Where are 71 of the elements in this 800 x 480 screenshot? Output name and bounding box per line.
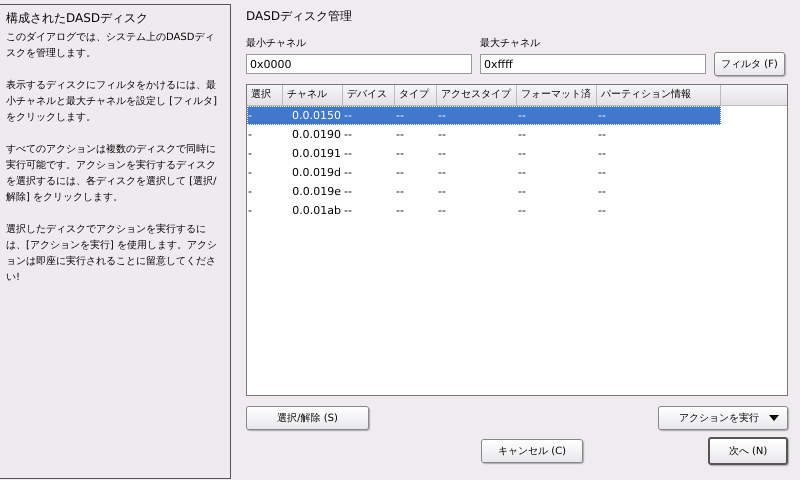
column-header[interactable]: フォーマット済 — [517, 85, 597, 105]
table-cell: -- — [396, 128, 404, 141]
table-cell: -- — [344, 204, 352, 217]
input-field[interactable]: 0xffff — [480, 54, 706, 74]
filter-button[interactable]: フィルタ (F) — [714, 52, 785, 76]
table-cell: -- — [438, 147, 446, 160]
table-cell: -- — [438, 128, 446, 141]
table-cell: - — [248, 185, 252, 198]
table-cell: - — [248, 147, 252, 160]
table-cell: -- — [598, 109, 606, 122]
table-cell: -- — [344, 166, 352, 179]
table-cell: - — [248, 128, 252, 141]
column-header[interactable]: 選択 — [247, 85, 283, 105]
help-text: すべてのアクションは複数のディスクで同時に実行可能です。アクションを実行するディスクを選択するには、各ディスクを選択して [選択/解除] をクリックします。 — [6, 142, 218, 205]
column-header[interactable]: チャネル — [283, 85, 343, 105]
table-cell: -- — [396, 147, 404, 160]
table-cell: -- — [598, 166, 606, 179]
table-cell: -- — [598, 128, 606, 141]
table-row[interactable]: - 0.0.019d -- -- -- -- -- — [247, 163, 721, 182]
table-cell: -- — [344, 109, 352, 122]
help-text: このダイアログでは、システム上のDASDディスクを管理します。 — [6, 30, 216, 61]
column-header[interactable]: デバイス — [343, 85, 395, 105]
table-cell: - — [248, 166, 252, 179]
cancel-button[interactable]: キャンセル (C) — [481, 439, 583, 463]
table-cell: -- — [344, 128, 352, 141]
dialog-title: DASDディスク管理 — [246, 8, 354, 25]
table-row[interactable]: - 0.0.019e -- -- -- -- -- — [247, 182, 721, 201]
table-cell: -- — [438, 109, 446, 122]
table-cell: 0.0.0190 — [292, 128, 341, 141]
table-cell: 0.0.019d — [292, 166, 341, 179]
table-cell: -- — [396, 166, 404, 179]
table-cell: -- — [598, 204, 606, 217]
table-cell: -- — [518, 128, 526, 141]
next-button[interactable]: 次へ (N) — [708, 437, 788, 465]
table-cell: 0.0.01ab — [292, 204, 341, 217]
table-row[interactable]: - 0.0.0190 -- -- -- -- -- — [247, 125, 721, 144]
field-label: 最小チャネル — [246, 36, 307, 50]
table-cell: 0.0.0191 — [292, 147, 341, 160]
table-cell: -- — [396, 185, 404, 198]
table-cell: -- — [438, 166, 446, 179]
table-cell: -- — [344, 185, 352, 198]
column-header[interactable]: パーティション情報 — [597, 85, 721, 105]
column-header[interactable]: アクセスタイプ — [437, 85, 517, 105]
table-cell: -- — [518, 109, 526, 122]
table-cell: -- — [438, 185, 446, 198]
table-cell: -- — [396, 204, 404, 217]
table-cell: 0.0.0150 — [292, 109, 341, 122]
caret-icon — [769, 415, 779, 421]
table-row[interactable]: - 0.0.01ab -- -- -- -- -- — [247, 201, 721, 220]
help-title: 構成されたDASDディスク — [6, 10, 150, 27]
table-cell: -- — [438, 204, 446, 217]
table-cell: -- — [344, 147, 352, 160]
table-cell: -- — [518, 147, 526, 160]
input-field[interactable]: 0x0000 — [246, 54, 472, 74]
table-cell: - — [248, 204, 252, 217]
table-cell: -- — [598, 185, 606, 198]
table-cell: 0.0.019e — [292, 185, 341, 198]
field-label: 最大チャネル — [480, 36, 541, 50]
table-cell: -- — [518, 204, 526, 217]
table-cell: -- — [518, 166, 526, 179]
help-text: 選択したディスクでアクションを実行するには、[アクションを実行] を使用します。アクションは即座に実行されることに留意してください! — [6, 222, 218, 285]
column-header[interactable]: タイプ — [395, 85, 437, 105]
table-cell: -- — [396, 109, 404, 122]
table-row[interactable]: - 0.0.0150 -- -- -- -- -- — [247, 106, 721, 125]
help-text: 表示するディスクにフィルタをかけるには、最小チャネルと最大チャネルを設定し [フィルタ] をクリックします。 — [6, 78, 218, 125]
table-cell: - — [248, 109, 252, 122]
table-row[interactable]: - 0.0.0191 -- -- -- -- -- — [247, 144, 721, 163]
table-cell: -- — [518, 185, 526, 198]
select-button[interactable]: 選択/解除 (S) — [246, 406, 369, 430]
action-button[interactable]: アクションを実行 — [658, 406, 788, 430]
table-cell: -- — [598, 147, 606, 160]
